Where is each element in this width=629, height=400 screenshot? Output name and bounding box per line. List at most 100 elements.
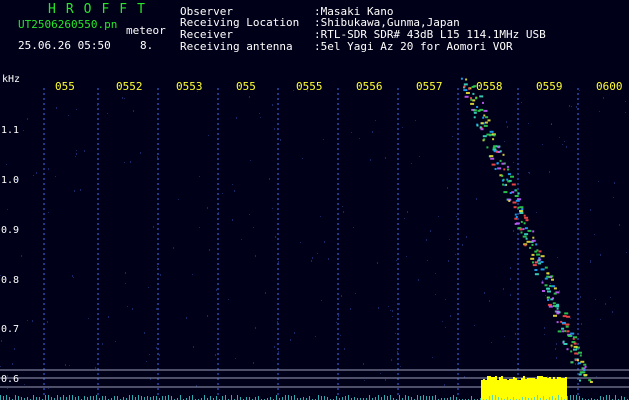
- baseline-spike: [432, 396, 433, 400]
- echo-trail-pixel: [472, 99, 476, 102]
- noise-pixel: [274, 346, 275, 348]
- noise-pixel: [6, 164, 7, 165]
- signal-strength-peak: [545, 377, 547, 383]
- noise-pixel: [48, 212, 49, 213]
- noise-pixel: [218, 212, 219, 213]
- noise-pixel: [603, 97, 604, 99]
- noise-pixel: [612, 311, 613, 313]
- noise-pixel: [55, 176, 56, 177]
- noise-pixel: [375, 120, 376, 121]
- baseline-spike: [90, 396, 91, 400]
- echo-trail-pixel: [497, 167, 502, 170]
- echo-trail-pixel: [527, 229, 532, 232]
- spectrogram-plot: [0, 77, 629, 400]
- baseline-spike: [78, 396, 79, 400]
- noise-pixel: [432, 357, 433, 358]
- noise-pixel: [449, 239, 450, 240]
- noise-pixel: [102, 343, 103, 345]
- baseline-spike: [192, 395, 193, 400]
- noise-pixel: [397, 351, 398, 353]
- baseline-spike: [420, 396, 421, 400]
- noise-pixel: [207, 315, 208, 317]
- noise-pixel: [595, 299, 596, 300]
- time-tick-label: 055: [55, 80, 75, 93]
- signal-strength-peak: [525, 379, 527, 385]
- signal-strength-peak: [497, 380, 499, 386]
- baseline-spike: [471, 396, 472, 400]
- echo-trail-pixel: [511, 183, 516, 186]
- echo-trail-pixel: [550, 285, 555, 288]
- baseline-spike: [621, 396, 622, 400]
- echo-trail-pixel: [470, 98, 473, 101]
- echo-trail-pixel: [536, 253, 541, 256]
- echo-trail-pixel: [532, 264, 537, 267]
- noise-pixel: [571, 106, 572, 107]
- echo-trail-pixel: [526, 240, 531, 243]
- noise-pixel: [193, 346, 194, 348]
- noise-pixel: [378, 307, 379, 309]
- echo-trail-pixel: [570, 361, 574, 364]
- receiver-value: :RTL-SDR SDR# 43dB L15 114.1MHz USB: [314, 28, 546, 41]
- echo-trail-pixel: [535, 243, 538, 246]
- echo-trail-pixel: [460, 77, 463, 80]
- y-tick-label: 1.0: [1, 175, 20, 186]
- signal-strength-peak: [509, 379, 511, 385]
- echo-trail-pixel: [534, 269, 538, 271]
- noise-pixel: [377, 262, 378, 264]
- noise-pixel: [278, 261, 279, 263]
- noise-pixel: [153, 226, 154, 228]
- baseline-spike: [324, 396, 325, 400]
- echo-trail-pixel: [531, 253, 535, 256]
- echo-trail-pixel: [483, 114, 486, 117]
- noise-pixel: [555, 348, 556, 350]
- echo-trail-pixel: [523, 222, 526, 225]
- noise-pixel: [255, 327, 256, 329]
- echo-trail-pixel: [564, 312, 569, 315]
- noise-pixel: [385, 379, 386, 381]
- echo-trail-pixel: [553, 287, 557, 290]
- echo-trail-pixel: [524, 233, 529, 236]
- signal-strength-peak: [541, 376, 543, 382]
- noise-pixel: [510, 278, 511, 280]
- noise-pixel: [232, 184, 233, 185]
- receiver-label: Receiver: [180, 28, 233, 41]
- noise-pixel: [207, 207, 208, 209]
- baseline-spike: [318, 395, 319, 400]
- noise-pixel: [156, 347, 157, 349]
- echo-trail-pixel: [542, 290, 545, 292]
- noise-pixel: [125, 283, 126, 284]
- signal-strength-peak: [485, 380, 487, 386]
- noise-pixel: [265, 292, 266, 294]
- echo-trail-pixel: [573, 336, 577, 339]
- baseline-spike: [417, 395, 418, 400]
- noise-pixel: [144, 332, 145, 334]
- echo-trail-pixel: [573, 348, 577, 351]
- echo-trail-pixel: [491, 163, 496, 166]
- baseline-spike: [285, 395, 286, 400]
- noise-pixel: [430, 230, 431, 232]
- baseline-spike: [609, 395, 610, 400]
- noise-pixel: [457, 284, 458, 285]
- baseline-spike: [573, 395, 574, 400]
- baseline-spike: [570, 395, 571, 400]
- noise-pixel: [419, 156, 420, 157]
- signal-strength-peak: [523, 376, 525, 382]
- noise-pixel: [259, 113, 260, 114]
- echo-trail-pixel: [482, 101, 484, 104]
- spectrogram-screen: HROFFT UT2506260550.pn meteor 25.06.26 0…: [0, 0, 629, 400]
- noise-pixel: [124, 98, 125, 99]
- baseline-spike: [216, 396, 217, 400]
- echo-trail-pixel: [583, 369, 586, 372]
- baseline-spike: [93, 396, 94, 400]
- echo-trail-pixel: [463, 85, 466, 88]
- hrofft-title: HROFFT: [48, 2, 155, 17]
- noise-pixel: [124, 162, 125, 163]
- noise-pixel: [625, 101, 626, 102]
- noise-pixel: [199, 176, 200, 177]
- signal-strength-peak: [537, 376, 539, 382]
- noise-pixel: [598, 181, 599, 182]
- echo-trail-pixel: [547, 290, 551, 293]
- noise-pixel: [513, 162, 514, 163]
- baseline-spike: [492, 395, 493, 400]
- noise-pixel: [253, 227, 254, 228]
